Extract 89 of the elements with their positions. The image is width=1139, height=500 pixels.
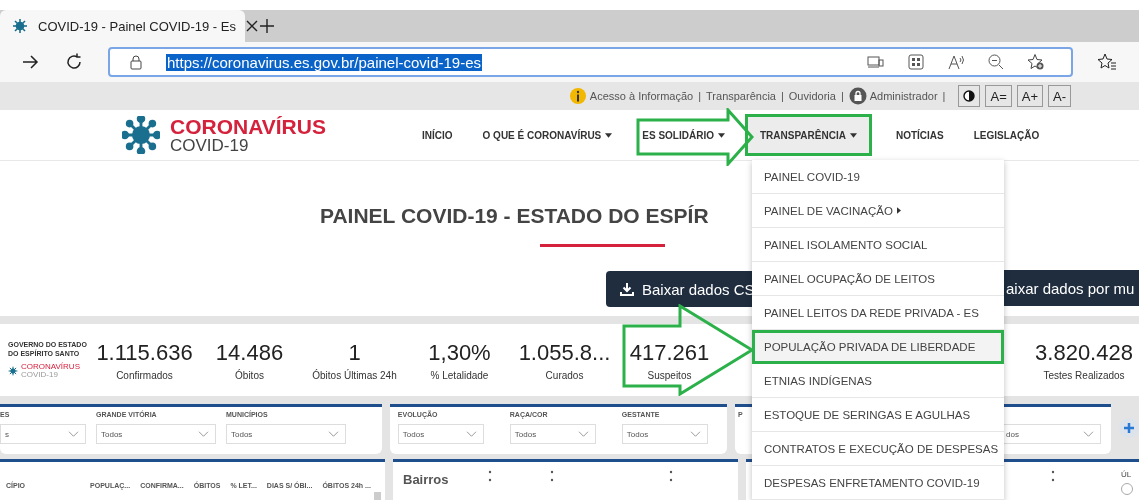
font-size-button[interactable]: A= <box>985 85 1012 107</box>
font-size-button[interactable]: A- <box>1048 85 1071 107</box>
panel-title: Bairros <box>403 472 449 487</box>
zoom-out-icon[interactable] <box>987 53 1005 71</box>
caret-icon <box>717 132 725 138</box>
stat-label: % Letalidade <box>430 369 489 381</box>
menu-item[interactable]: PAINEL ISOLAMENTO SOCIAL <box>752 228 1004 262</box>
address-field[interactable]: https://coronavirus.es.gov.br/painel-covid-19-es <box>108 47 1073 77</box>
filter-dropdown[interactable]: s <box>0 424 86 444</box>
logo-title: CORONAVÍRUS <box>170 116 326 137</box>
more-icon[interactable] <box>669 470 673 482</box>
reload-icon[interactable] <box>64 52 84 72</box>
download-button[interactable]: aixar dados por mu <box>1004 270 1139 306</box>
favorites-icon[interactable] <box>1097 52 1117 72</box>
filter-dropdown[interactable]: Todos <box>621 424 708 444</box>
stat-value: 417.261 <box>629 339 710 366</box>
caret-icon <box>896 207 901 214</box>
tab-title: COVID-19 - Painel COVID-19 - Es <box>38 18 236 34</box>
chevron-icon <box>328 431 339 437</box>
nav-item[interactable]: INÍCIO <box>420 114 459 156</box>
more-icon[interactable] <box>488 470 492 482</box>
brand-label: CORONAVÍRUS COVID-19 <box>21 362 80 379</box>
caret-icon <box>849 132 857 138</box>
stat-label: Testes Realizados <box>1043 369 1125 381</box>
stat-value: 14.486 <box>215 339 284 366</box>
lock-icon <box>848 87 867 105</box>
stat-label: Confirmados <box>116 369 173 381</box>
stat-label: Curados <box>545 369 584 381</box>
utility-link[interactable]: Ouvidoria <box>788 90 836 102</box>
nav-item[interactable]: NOTÍCIAS <box>889 114 950 156</box>
nav-item[interactable]: LEGISLAÇÃO <box>967 114 1046 156</box>
lock-icon <box>128 54 144 70</box>
menu-item[interactable]: ESTOQUE DE SERINGAS E AGULHAS <box>752 398 1004 432</box>
url-text: https://coronavirus.es.gov.br/painel-covid-19-es <box>166 53 483 71</box>
stat-value: 3.820.428 <box>1035 339 1133 366</box>
chevron-icon <box>465 431 477 437</box>
page-title: PAINEL COVID-19 - ESTADO DO ESPÍR <box>320 204 709 228</box>
chevron-icon <box>689 431 701 437</box>
chevron-icon <box>68 431 79 437</box>
apps-icon[interactable] <box>907 53 925 71</box>
stat-value: 1,30% <box>428 339 491 366</box>
download-icon <box>620 282 634 296</box>
read-aloud-icon[interactable] <box>947 53 965 71</box>
nav-item[interactable]: TRANSPARÊNCIA <box>744 114 872 156</box>
menu-item[interactable]: POPULAÇÃO PRIVADA DE LIBERDADE <box>752 330 1004 364</box>
stat-label: Óbitos Últimas 24h <box>312 369 397 381</box>
menu-item[interactable]: CONTRATOS E EXECUÇÃO DE DESPESAS <box>752 432 1004 466</box>
virus-icon <box>12 18 28 34</box>
stat-value: 1 <box>348 339 361 366</box>
font-size-button[interactable]: A+ <box>1016 85 1043 107</box>
menu-item[interactable]: PAINEL DE VACINAÇÃO <box>752 194 1004 228</box>
stat-value: 1.115.636 <box>96 339 193 366</box>
menu-item[interactable]: DESPESAS ENFRETAMENTO COVID-19 <box>752 466 1004 500</box>
utility-link[interactable]: Acesso à Informação <box>589 90 694 102</box>
close-icon[interactable] <box>245 20 258 32</box>
stat-label: Óbitos <box>235 369 264 381</box>
chevron-icon <box>198 431 209 437</box>
filter-dropdown[interactable]: Todos <box>226 424 346 444</box>
separator-text: | <box>698 90 702 102</box>
filter-dropdown[interactable]: Todos <box>509 424 596 444</box>
chevron-icon <box>577 431 589 437</box>
menu-item[interactable]: ETNIAS INDÍGENAS <box>752 364 1004 398</box>
add-favorite-icon[interactable] <box>1027 53 1045 71</box>
info-icon <box>568 87 587 105</box>
legend-label: ÚL <box>1121 470 1133 479</box>
separator-text: | <box>942 90 946 102</box>
logo-subtitle: COVID-19 <box>170 137 250 154</box>
nav-item[interactable]: O QUE É CORONAVÍRUS <box>476 114 619 156</box>
menu-item[interactable]: PAINEL COVID-19 <box>752 160 1004 194</box>
separator-text: | <box>780 90 784 102</box>
virus-icon <box>8 365 18 376</box>
contrast-icon <box>963 90 976 102</box>
new-tab-icon[interactable] <box>259 18 275 34</box>
caret-icon <box>605 132 613 138</box>
utility-link[interactable]: Transparência <box>706 90 776 102</box>
stat-value: 1.055.8... <box>518 339 611 366</box>
separator-text: | <box>840 90 844 102</box>
more-icon[interactable] <box>1051 470 1055 482</box>
more-icon[interactable] <box>550 470 554 482</box>
contrast-button[interactable] <box>958 85 981 107</box>
chevron-icon <box>1083 431 1094 437</box>
filter-dropdown[interactable]: Todos <box>96 424 216 444</box>
filter-dropdown[interactable]: Todos <box>397 424 484 444</box>
utility-link[interactable]: Administrador <box>869 90 938 102</box>
add-icon[interactable] <box>1119 418 1139 438</box>
virus-icon <box>122 116 160 154</box>
menu-item[interactable]: PAINEL OCUPAÇÃO DE LEITOS <box>752 262 1004 296</box>
device-icon[interactable] <box>867 53 885 71</box>
stat-label: Suspeitos <box>647 369 692 381</box>
